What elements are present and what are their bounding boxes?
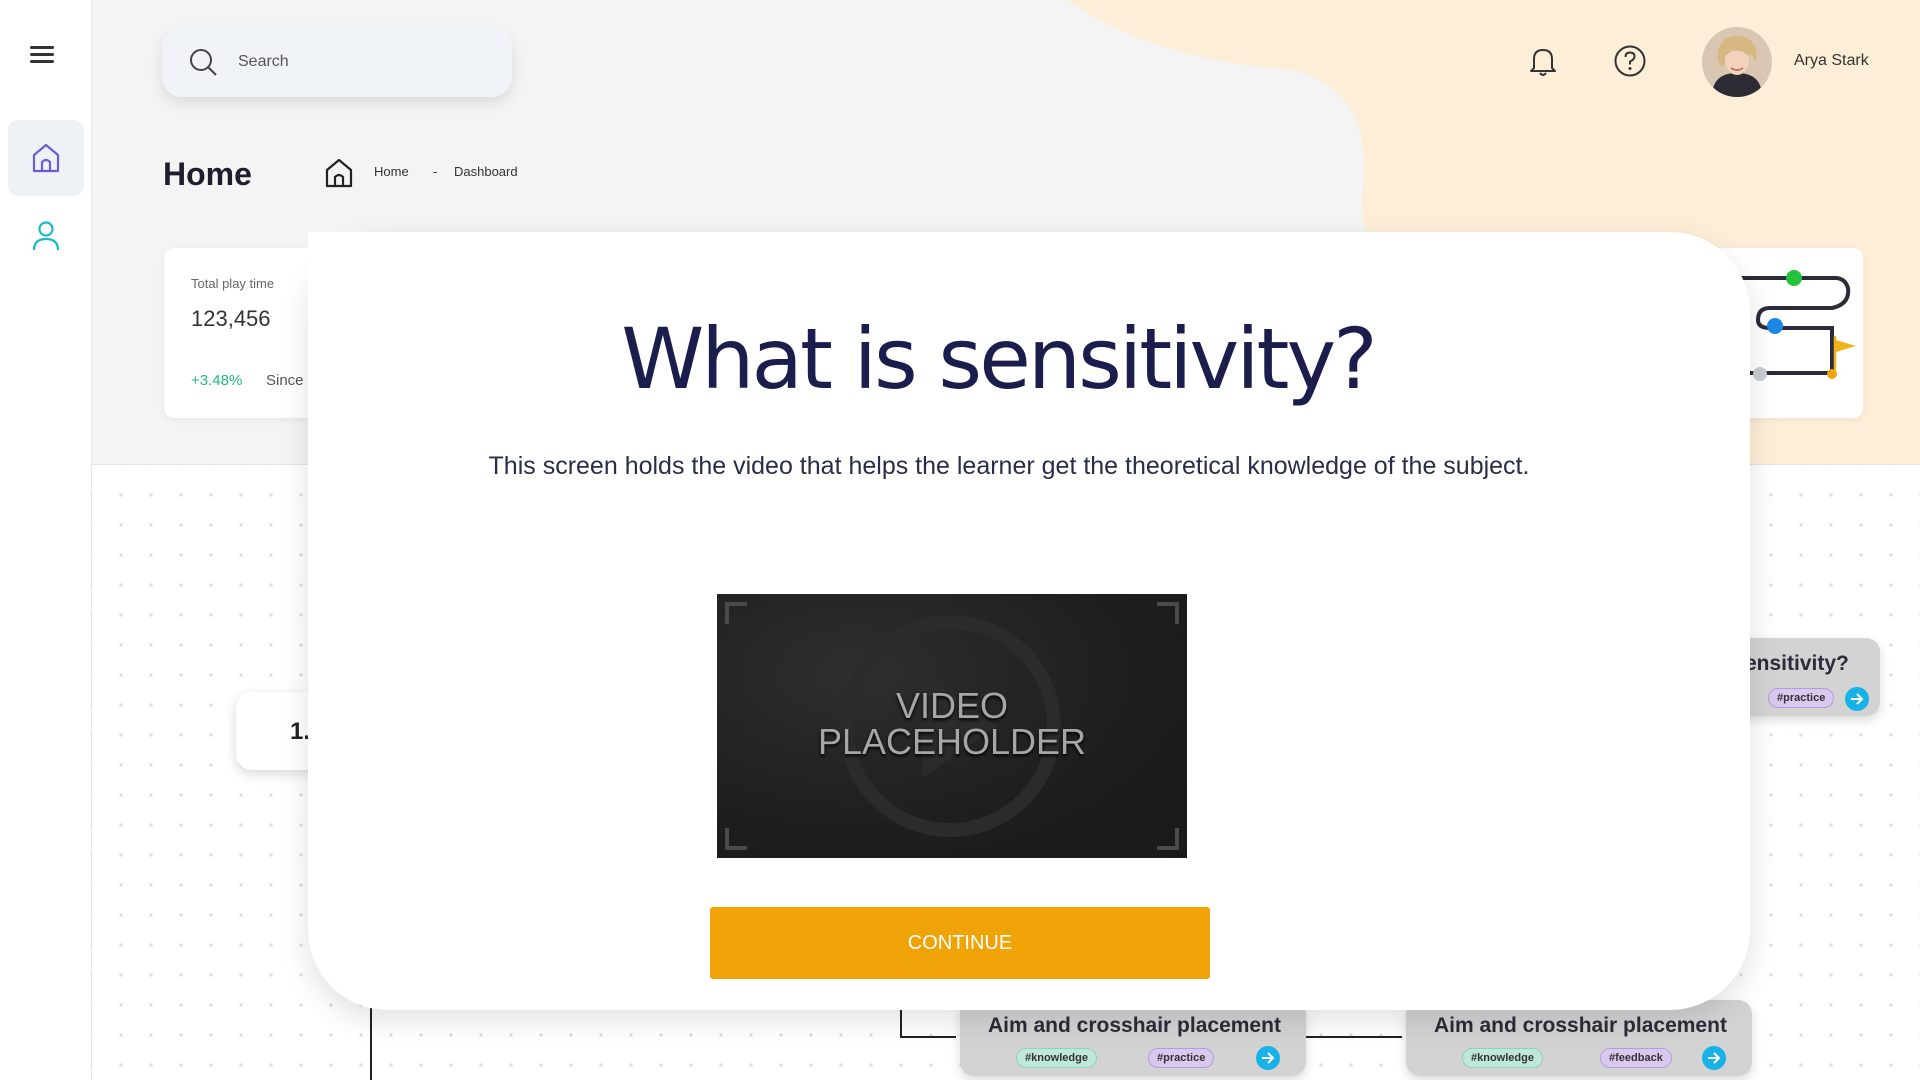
video-placeholder-line1: VIDEO (895, 685, 1009, 726)
video-placeholder-text: VIDEO PLACEHOLDER (717, 688, 1187, 760)
search-icon (190, 49, 217, 76)
modal-title: What is sensitivity? (621, 310, 1378, 408)
home-icon (32, 143, 60, 173)
user-name[interactable]: Arya Stark (1794, 52, 1869, 70)
video-player[interactable]: VIDEO PLACEHOLDER (717, 594, 1187, 858)
continue-button[interactable]: CONTINUE (710, 907, 1210, 979)
tag-feedback[interactable]: #feedback (1600, 1048, 1672, 1068)
menu-icon[interactable] (30, 46, 54, 64)
bell-icon[interactable] (1526, 44, 1560, 78)
stat-value: 123,456 (191, 306, 271, 331)
tag-knowledge[interactable]: #knowledge (1462, 1048, 1543, 1068)
stat-since: Since (266, 372, 304, 389)
avatar[interactable] (1702, 27, 1772, 97)
flow-node-title: ensitivity? (1745, 652, 1849, 675)
flow-connector (900, 1036, 956, 1038)
flow-node-aim-2[interactable]: Aim and crosshair placement #knowledge #… (1406, 1000, 1752, 1076)
sidebar-item-profile[interactable] (8, 198, 84, 274)
avatar-image (1702, 27, 1772, 97)
modal-description: This screen holds the video that helps t… (488, 452, 1530, 480)
help-icon[interactable] (1613, 44, 1647, 78)
arrow-right-icon[interactable] (1702, 1046, 1726, 1070)
user-icon (32, 221, 60, 251)
video-modal: What is sensitivity? This screen holds t… (308, 232, 1750, 1010)
tag-practice[interactable]: #practice (1148, 1048, 1215, 1068)
breadcrumb-home-icon[interactable] (324, 157, 354, 189)
arrow-right-icon[interactable] (1845, 687, 1869, 711)
arrow-right-icon[interactable] (1256, 1046, 1280, 1070)
stat-label: Total play time (191, 276, 275, 291)
breadcrumb-separator: - (433, 164, 438, 179)
stat-change: +3.48% (191, 372, 243, 389)
flow-node-aim-1[interactable]: Aim and crosshair placement #knowledge #… (960, 1000, 1306, 1076)
search-input[interactable] (238, 53, 478, 71)
flow-node-title: Aim and crosshair placement (1434, 1014, 1727, 1037)
flow-connector (1306, 1036, 1402, 1038)
search-bar[interactable] (162, 27, 512, 97)
tag-practice[interactable]: #practice (1768, 688, 1835, 708)
sidebar-item-home[interactable] (8, 120, 84, 196)
page-title: Home (163, 156, 252, 192)
flow-node-label: 1. (290, 718, 311, 745)
flow-node-title: Aim and crosshair placement (988, 1014, 1281, 1037)
tag-knowledge[interactable]: #knowledge (1016, 1048, 1097, 1068)
breadcrumb-home[interactable]: Home (374, 164, 409, 179)
breadcrumb-current: Dashboard (454, 164, 518, 179)
video-placeholder-line2: PLACEHOLDER (817, 721, 1087, 762)
sidebar (0, 0, 92, 1080)
